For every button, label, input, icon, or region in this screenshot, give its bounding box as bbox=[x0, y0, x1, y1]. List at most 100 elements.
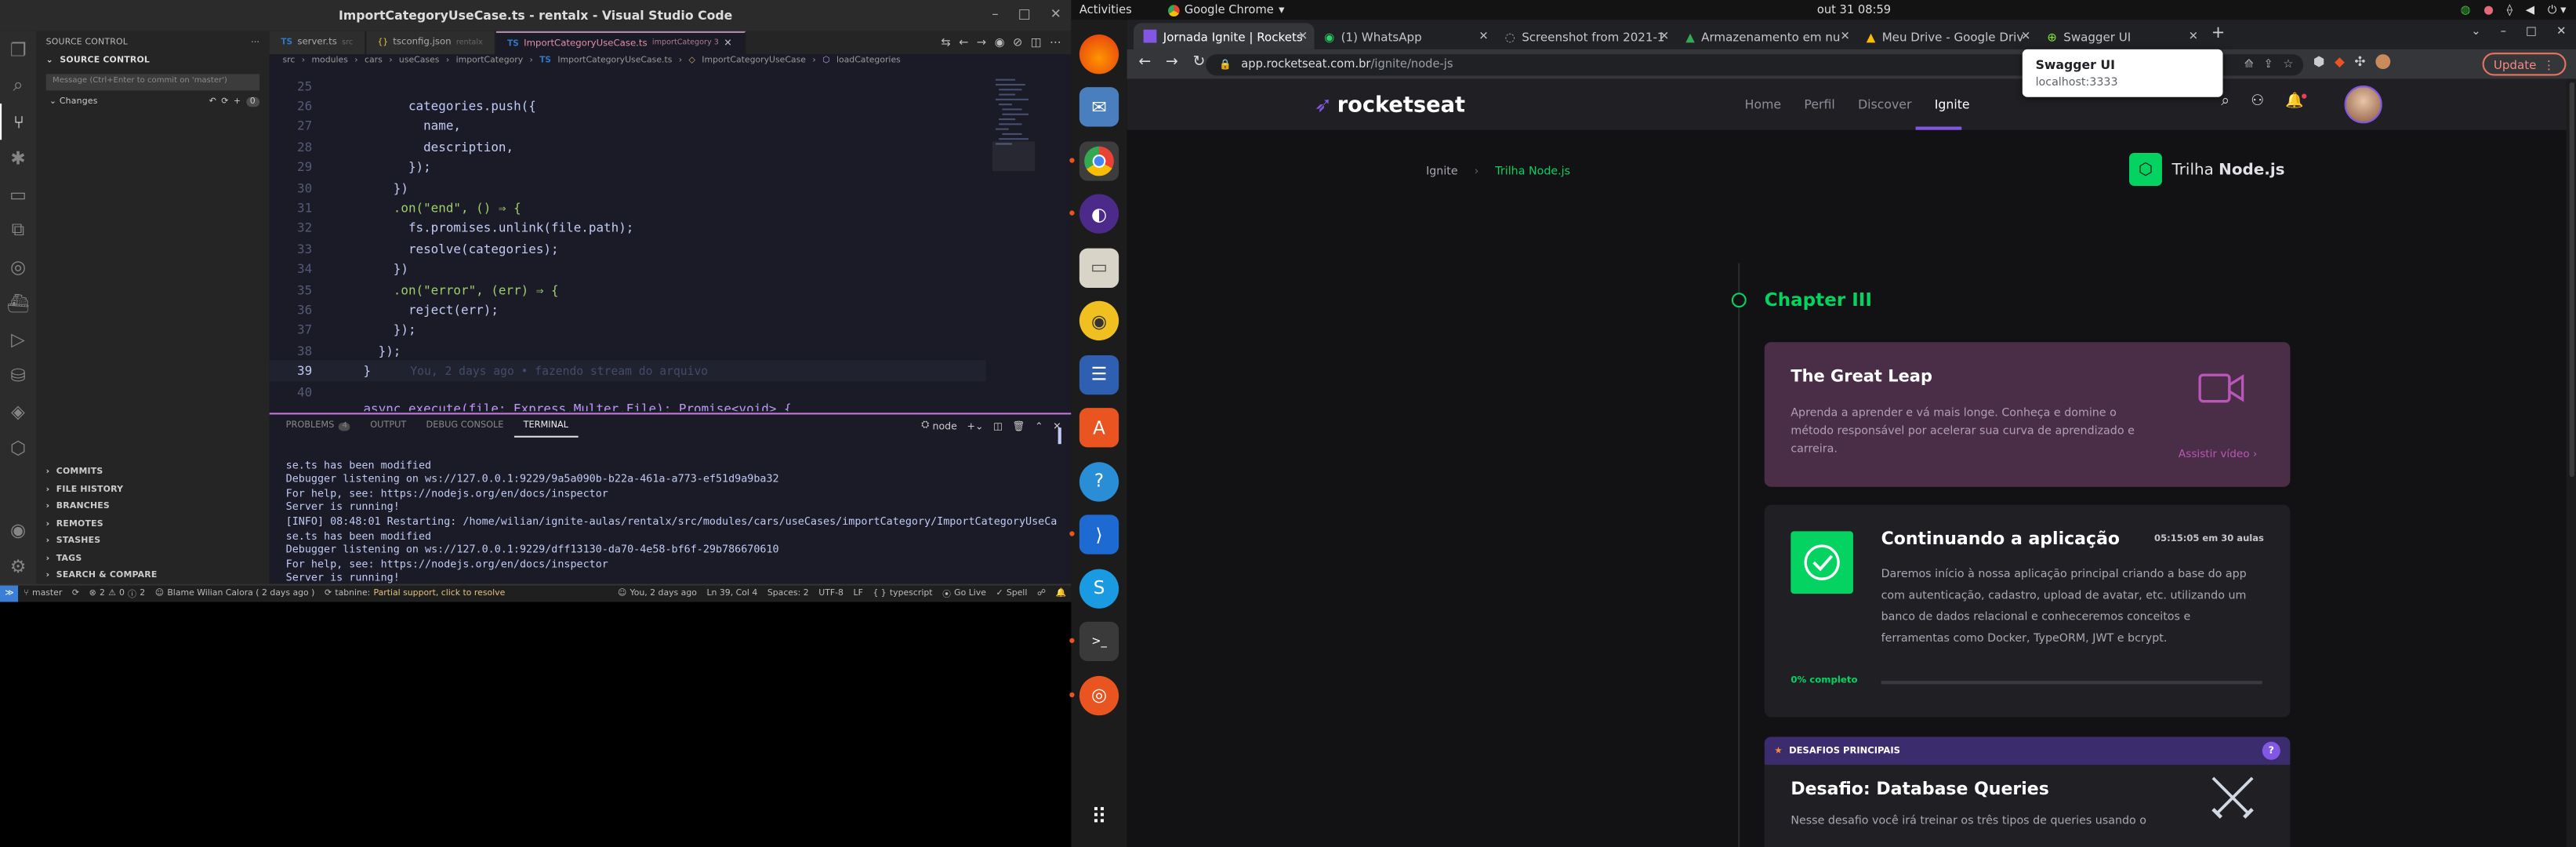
commit-message-input[interactable]: Message (Ctrl+Enter to commit on 'master… bbox=[45, 73, 260, 90]
terminal-scrollbar[interactable] bbox=[1058, 427, 1061, 445]
close-tab-icon[interactable]: ✕ bbox=[2189, 30, 2198, 43]
section-commits[interactable]: › COMMITS bbox=[36, 463, 270, 481]
network-icon[interactable]: ⟠ bbox=[2507, 3, 2513, 16]
share-icon[interactable]: ⇪ bbox=[2264, 57, 2273, 71]
tab-server-ts[interactable]: TS server.ts src bbox=[269, 31, 366, 55]
close-tab-icon[interactable]: ✕ bbox=[1660, 30, 1669, 43]
sync-icon[interactable]: ⟳ bbox=[67, 585, 85, 602]
close-icon[interactable]: ✕ bbox=[1050, 6, 1061, 21]
tab-search-icon[interactable]: ⌄ bbox=[2471, 24, 2480, 38]
show-apps-grid-icon[interactable]: ⠿ bbox=[1079, 798, 1119, 837]
volume-icon[interactable]: ◀ bbox=[2526, 3, 2534, 16]
debug-icon[interactable]: ✱ bbox=[0, 140, 36, 176]
ubuntu-icon[interactable]: ◎ bbox=[1069, 674, 1119, 715]
firefox-icon[interactable] bbox=[1079, 33, 1119, 74]
close-icon[interactable]: ✕ bbox=[2556, 24, 2566, 38]
activities-button[interactable]: Activities bbox=[1079, 3, 1132, 16]
thunderbird-icon[interactable]: ✉ bbox=[1079, 87, 1119, 127]
section-title[interactable]: SOURCE CONTROL bbox=[60, 56, 150, 67]
branch-indicator[interactable]: ⑂ master bbox=[19, 585, 67, 602]
chrome-icon[interactable] bbox=[1069, 140, 1119, 180]
feedback-icon[interactable]: ☍ bbox=[1032, 585, 1051, 602]
close-tab-icon[interactable]: ✕ bbox=[2021, 30, 2030, 43]
settings-gear-icon[interactable]: ⚙ bbox=[0, 547, 36, 583]
vscode-dock-icon[interactable]: ⟩ bbox=[1069, 514, 1119, 554]
software-center-icon[interactable]: A bbox=[1079, 408, 1119, 448]
site-logo[interactable]: ➶ rocketseat bbox=[1315, 94, 1465, 118]
status-blame-short[interactable]: ☺ You, 2 days ago bbox=[613, 585, 702, 602]
page-scrollbar[interactable] bbox=[2566, 78, 2576, 847]
language-mode[interactable]: { } typescript bbox=[868, 585, 938, 602]
forward-icon[interactable]: → bbox=[1166, 54, 1178, 71]
go-live[interactable]: ⦿ Go Live bbox=[938, 585, 991, 602]
stage-all-icon[interactable]: + bbox=[234, 96, 241, 107]
browser-tab[interactable]: ▲ Armazenamento em nu ✕ bbox=[1676, 23, 1857, 49]
tab-terminal[interactable]: TERMINAL bbox=[513, 414, 579, 438]
translate-icon[interactable]: ⟰ bbox=[2244, 57, 2254, 71]
minimap[interactable] bbox=[992, 75, 1036, 207]
spell-check[interactable]: ✓ Spell bbox=[991, 585, 1032, 602]
extension-icon[interactable]: ⬢ bbox=[2313, 54, 2325, 69]
blame-indicator[interactable]: ☺ Blame Wilian Calora ( 2 days ago ) bbox=[150, 585, 319, 602]
notifications-bell-icon[interactable]: 🔔 bbox=[2285, 93, 2308, 111]
breadcrumb-item[interactable]: loadCategories bbox=[836, 56, 901, 66]
record-icon[interactable]: ● bbox=[2483, 3, 2494, 16]
search-icon[interactable]: ⌕ bbox=[2221, 94, 2230, 111]
bookmark-star-icon[interactable]: ☆ bbox=[2283, 57, 2293, 71]
trash-icon[interactable]: 🗑 bbox=[1013, 420, 1025, 432]
browser-tab[interactable]: Jornada Ignite | Rockets ✕ bbox=[1134, 23, 1315, 49]
notifications-bell-icon[interactable]: 🔔 bbox=[1050, 585, 1071, 602]
breadcrumb-item[interactable]: useCases bbox=[399, 56, 440, 66]
breadcrumb-item[interactable]: Ignite bbox=[1426, 165, 1458, 178]
close-tab-icon[interactable]: ✕ bbox=[724, 38, 732, 49]
split-editor-icon[interactable]: ◫ bbox=[1031, 36, 1042, 49]
section-file-history[interactable]: › FILE HISTORY bbox=[36, 481, 270, 498]
maximize-icon[interactable]: □ bbox=[2526, 24, 2537, 38]
chevron-down-icon[interactable]: ⌄ bbox=[46, 56, 53, 67]
tabnine-indicator[interactable]: ⟳ tabnine: Partial support, click to resol… bbox=[320, 585, 510, 602]
new-tab-button[interactable]: + bbox=[2211, 24, 2226, 42]
app-menu[interactable]: Google Chrome ▾ bbox=[1167, 3, 1284, 16]
encoding[interactable]: UTF-8 bbox=[814, 585, 848, 602]
accounts-icon[interactable]: ◉ bbox=[0, 511, 36, 547]
browser-tab[interactable]: ◉ (1) WhatsApp ✕ bbox=[1315, 23, 1496, 49]
source-control-icon[interactable]: ⑂ bbox=[0, 104, 36, 140]
section-search-compare[interactable]: › SEARCH & COMPARE bbox=[36, 567, 270, 584]
help-icon[interactable]: ? bbox=[1079, 461, 1119, 501]
nav-discover[interactable]: Discover bbox=[1858, 97, 1911, 112]
user-avatar[interactable] bbox=[2344, 85, 2382, 124]
nav-home[interactable]: Home bbox=[1745, 97, 1781, 112]
section-remotes[interactable]: › REMOTES bbox=[36, 515, 270, 533]
back-icon[interactable]: ← bbox=[1138, 54, 1151, 71]
chevron-up-icon[interactable]: ⌃ bbox=[1035, 420, 1043, 432]
minimize-icon[interactable]: – bbox=[992, 6, 998, 21]
breadcrumb-item[interactable]: importCategory bbox=[456, 56, 524, 66]
great-leap-card[interactable]: The Great Leap Aprenda a aprender e vá m… bbox=[1764, 342, 2291, 487]
writer-icon[interactable]: ☰ bbox=[1079, 354, 1119, 394]
remote-explorer-icon[interactable]: ▭ bbox=[0, 176, 36, 212]
maximize-icon[interactable]: □ bbox=[1018, 6, 1031, 21]
shield-icon[interactable]: ◍ bbox=[2461, 3, 2471, 16]
update-button[interactable]: Update ⋮ bbox=[2482, 53, 2567, 76]
search-icon[interactable]: ⌕ bbox=[0, 67, 36, 104]
continuing-app-card[interactable]: Continuando a aplicação 05:15:05 em 30 a… bbox=[1764, 504, 2291, 718]
back-icon[interactable]: ← bbox=[959, 36, 968, 49]
code-view[interactable]: 25 26 categories.push({ 27 name, 28 desc… bbox=[269, 75, 986, 412]
section-branches[interactable]: › BRANCHES bbox=[36, 498, 270, 515]
add-friend-icon[interactable]: ⚇ bbox=[2251, 94, 2264, 111]
eclipse-icon[interactable]: ◐ bbox=[1069, 194, 1119, 234]
docker-icon[interactable]: ⛴ bbox=[0, 285, 36, 321]
terminal-select[interactable]: ⛭ node bbox=[921, 420, 957, 433]
breadcrumb-item[interactable]: ImportCategoryUseCase.ts bbox=[557, 56, 672, 66]
challenges-card[interactable]: ★ DESAFIOS PRINCIPAIS ? Desafio: Databas… bbox=[1764, 736, 2291, 847]
more-actions-icon[interactable]: ⋯ bbox=[251, 37, 259, 47]
terminal-output[interactable]: se.ts has been modified Debugger listenin… bbox=[286, 444, 1058, 602]
reload-icon[interactable]: ↻ bbox=[1193, 54, 1206, 71]
tab-problems[interactable]: PROBLEMS 4 bbox=[276, 414, 361, 437]
tab-tsconfig-json[interactable]: {} tsconfig.json rentalx bbox=[365, 31, 496, 55]
hexagon-icon[interactable]: ⬡ bbox=[0, 429, 36, 465]
more-actions-icon[interactable]: ⋯ bbox=[1050, 36, 1061, 49]
split-terminal-icon[interactable]: ◫ bbox=[993, 420, 1003, 432]
indentation[interactable]: Spaces: 2 bbox=[763, 585, 814, 602]
browser-tab[interactable]: ▲ Meu Drive - Google Driv ✕ bbox=[1856, 23, 2037, 49]
